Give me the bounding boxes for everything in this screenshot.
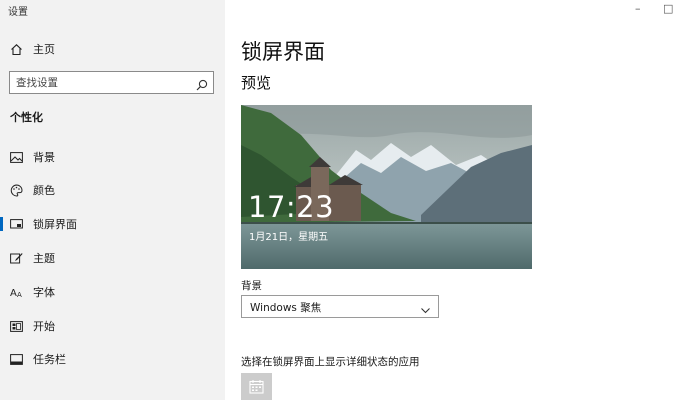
sidebar-item-label: 开始	[33, 320, 55, 333]
start-icon	[9, 319, 23, 333]
sidebar-item-label: 字体	[33, 286, 55, 299]
lock-screen-icon	[9, 217, 23, 231]
window-title: 设置	[8, 7, 28, 18]
preview-date: 1月21日，星期五	[249, 232, 329, 243]
main-content: – □ 锁屏界面 预览 17:23 1月21日，星期五 背景 Windows 聚…	[225, 0, 678, 400]
sidebar-item-lock-screen[interactable]: 锁屏界面	[0, 209, 225, 239]
search-icon[interactable]	[196, 76, 208, 95]
section-heading: 个性化	[10, 111, 43, 124]
sidebar-item-colors[interactable]: 颜色	[0, 175, 225, 205]
sidebar-item-label: 主页	[33, 43, 55, 56]
maximize-button[interactable]: □	[663, 2, 673, 15]
search-box[interactable]	[9, 71, 214, 94]
search-input[interactable]	[16, 75, 186, 90]
svg-text:A: A	[10, 288, 17, 298]
lock-screen-preview: 17:23 1月21日，星期五	[241, 105, 532, 269]
font-icon: AA	[9, 285, 23, 299]
calendar-icon	[249, 379, 264, 398]
detailed-status-app-label: 选择在锁屏界面上显示详细状态的应用	[241, 356, 420, 368]
page-title: 锁屏界面	[241, 40, 325, 64]
minimize-button[interactable]: –	[635, 2, 641, 15]
sidebar-item-label: 主题	[33, 252, 55, 265]
sidebar-item-home[interactable]: 主页	[0, 34, 225, 64]
detailed-status-app-button[interactable]	[241, 373, 272, 400]
background-dropdown-value: Windows 聚焦	[250, 302, 322, 314]
sidebar-item-fonts[interactable]: AA 字体	[0, 277, 225, 307]
chevron-down-icon	[420, 301, 431, 320]
preview-time: 17:23	[248, 190, 335, 224]
sidebar-item-label: 颜色	[33, 184, 55, 197]
sidebar-item-themes[interactable]: 主题	[0, 243, 225, 273]
sidebar-item-start[interactable]: 开始	[0, 311, 225, 341]
background-label: 背景	[241, 280, 262, 292]
sidebar-item-label: 任务栏	[33, 353, 66, 366]
preview-image	[241, 105, 532, 269]
taskbar-icon	[9, 352, 23, 366]
background-dropdown[interactable]: Windows 聚焦	[241, 295, 439, 318]
active-indicator	[0, 217, 3, 231]
sidebar: 设置 主页 个性化 背景 颜色	[0, 0, 225, 400]
image-icon	[9, 150, 23, 164]
preview-heading: 预览	[241, 74, 272, 92]
home-icon	[9, 42, 23, 56]
settings-window: 设置 主页 个性化 背景 颜色	[0, 0, 678, 400]
palette-icon	[9, 183, 23, 197]
sidebar-item-label: 背景	[33, 151, 55, 164]
brush-icon	[9, 251, 23, 265]
sidebar-item-label: 锁屏界面	[33, 218, 77, 231]
svg-text:A: A	[17, 291, 22, 298]
sidebar-item-background[interactable]: 背景	[0, 142, 225, 172]
sidebar-item-taskbar[interactable]: 任务栏	[0, 344, 225, 374]
